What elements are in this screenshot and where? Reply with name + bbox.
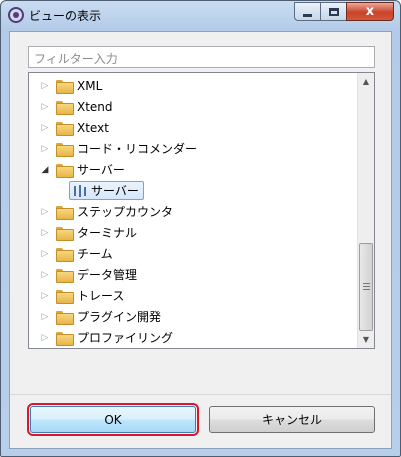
eclipse-icon [8,7,24,23]
tree-item-trace[interactable]: ▷ トレース [29,285,359,306]
tree-item-label: プラグイン開発 [77,310,162,324]
grip-icon [363,286,370,287]
scroll-down-icon[interactable]: ▼ [358,331,374,348]
scroll-up-icon[interactable]: ▲ [358,73,374,90]
expand-arrow-icon[interactable]: ▷ [39,144,51,154]
folder-icon [56,142,74,157]
folder-icon [56,331,74,346]
ok-button[interactable]: OK [27,403,199,436]
grip-icon [363,283,370,284]
expand-arrow-icon[interactable]: ▷ [39,333,51,343]
tree-item-label: コード・リコメンダー [77,142,198,156]
folder-icon [56,100,74,115]
expand-arrow-icon[interactable]: ▷ [39,123,51,133]
tree-item-label: ターミナル [77,226,138,240]
folder-icon [56,226,74,241]
scrollbar-thumb[interactable] [359,243,373,331]
tree-child-label: サーバー [91,184,139,198]
tree-item-plugin-dev[interactable]: ▷ プラグイン開発 [29,306,359,327]
server-view-icon [73,184,87,198]
folder-icon [56,268,74,283]
expand-arrow-icon[interactable]: ▷ [39,228,51,238]
tree-item-label: ステップカウンタ [77,205,174,219]
tree-item-terminal[interactable]: ▷ ターミナル [29,222,359,243]
tree-item-label: XML [77,78,103,93]
expand-arrow-icon[interactable]: ▷ [39,249,51,259]
tree-item-label: Xtext [77,120,109,135]
tree-item-step-counter[interactable]: ▷ ステップカウンタ [29,201,359,222]
collapse-arrow-icon[interactable]: ◢ [39,165,51,175]
filter-input[interactable]: フィルター入力 [28,46,375,68]
tree-item-team[interactable]: ▷ チーム [29,243,359,264]
window-title: ビューの表示 [29,9,102,23]
tree-items: ▷ XML ▷ Xtend ▷ Xtext ▷ コード・リコメンダー ◢ サーバ… [29,75,359,348]
tree-item-label: プロファイリング [77,331,174,345]
expand-arrow-icon[interactable]: ▷ [39,291,51,301]
tree-item-label: サーバー [77,163,125,177]
folder-icon [56,121,74,136]
maximize-icon [328,7,339,16]
tree-item-label: Xtend [77,99,113,114]
title-bar[interactable]: ビューの表示 x [1,1,400,29]
selected-item-highlight[interactable]: サーバー [69,181,144,200]
folder-icon [56,247,74,262]
maximize-button[interactable] [320,2,347,21]
tree-item-label: データ管理 [77,268,138,282]
expand-arrow-icon[interactable]: ▷ [39,81,51,91]
folder-icon [56,310,74,325]
expand-arrow-icon[interactable]: ▷ [39,312,51,322]
close-icon: x [365,4,375,19]
minimize-icon [303,14,312,17]
tree-item-server[interactable]: ◢ サーバー [29,159,359,180]
tree-item-xml[interactable]: ▷ XML [29,75,359,96]
folder-icon [56,289,74,304]
expand-arrow-icon[interactable]: ▷ [39,270,51,280]
folder-icon [56,205,74,220]
close-button[interactable]: x [346,2,394,21]
expand-arrow-icon[interactable]: ▷ [39,102,51,112]
separator [10,394,391,395]
grip-icon [363,289,370,290]
tree-item-server-view[interactable]: サーバー [29,180,359,201]
expand-arrow-icon[interactable]: ▷ [39,207,51,217]
folder-icon [56,79,74,94]
tree-item-code-recommenders[interactable]: ▷ コード・リコメンダー [29,138,359,159]
show-view-dialog: ビューの表示 x フィルター入力 ▷ XML ▷ Xtend ▷ Xtext ▷… [0,0,401,457]
tree-item-xtext[interactable]: ▷ Xtext [29,117,359,138]
tree-item-profiling[interactable]: ▷ プロファイリング [29,327,359,348]
tree-item-label: チーム [77,247,113,261]
cancel-button[interactable]: キャンセル [209,406,375,433]
folder-open-icon [56,163,74,178]
tree-item-label: トレース [77,289,125,303]
minimize-button[interactable] [294,2,321,21]
dialog-content: フィルター入力 ▷ XML ▷ Xtend ▷ Xtext ▷ コード・リコメン… [9,31,392,449]
tree-item-data-management[interactable]: ▷ データ管理 [29,264,359,285]
vertical-scrollbar[interactable]: ▲ ▼ [357,73,374,348]
view-tree[interactable]: ▷ XML ▷ Xtend ▷ Xtext ▷ コード・リコメンダー ◢ サーバ… [28,72,375,349]
tree-item-xtend[interactable]: ▷ Xtend [29,96,359,117]
